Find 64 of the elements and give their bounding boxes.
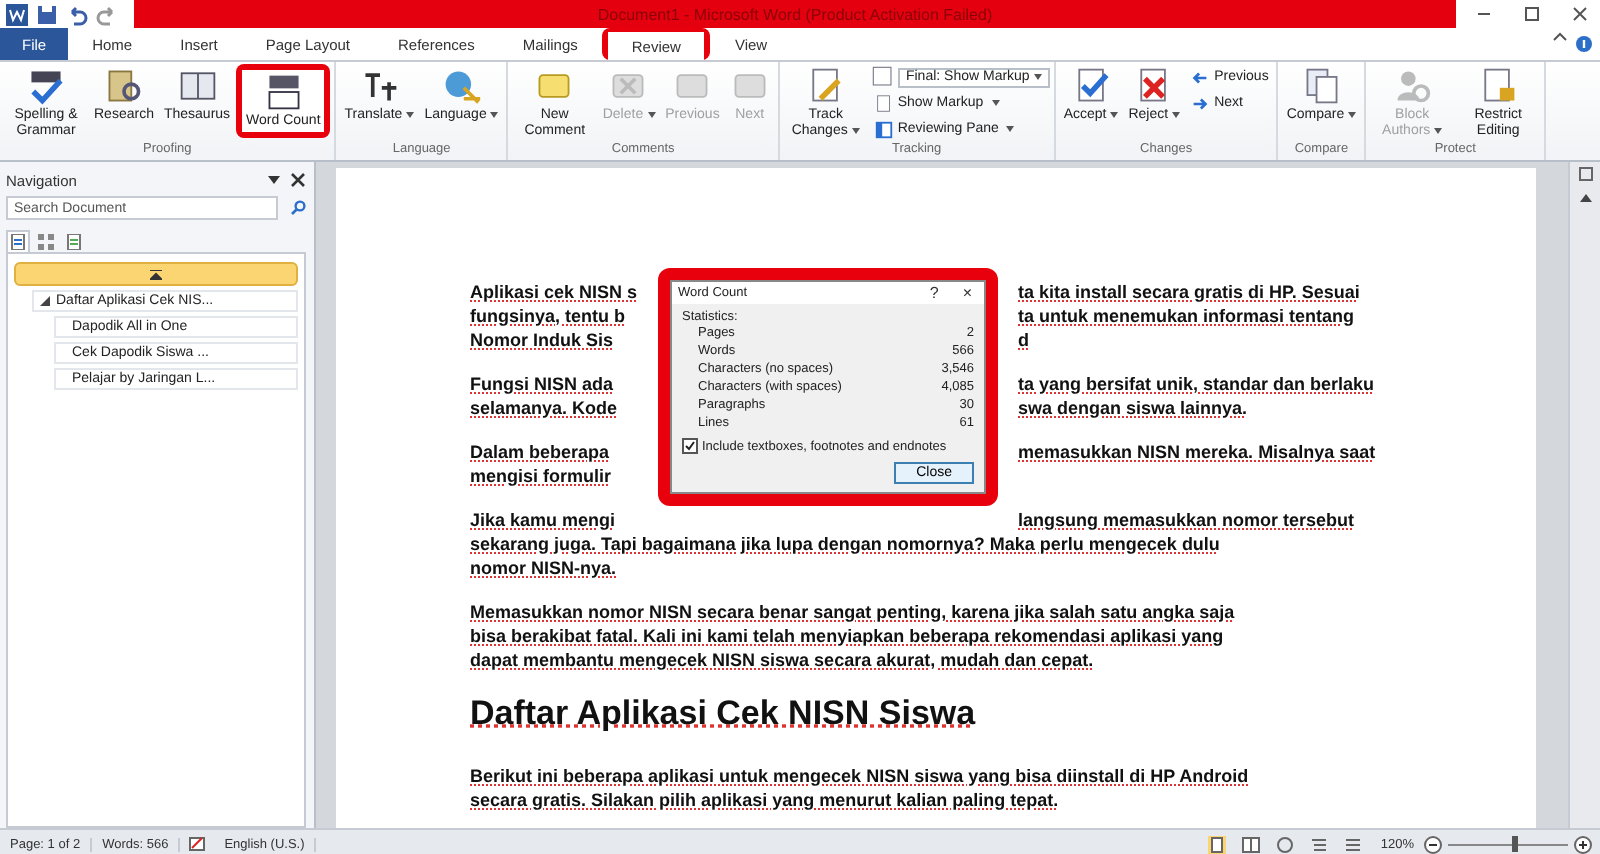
text-line: ta untuk menemukan informasi tentang [1018, 304, 1355, 328]
expanded-icon[interactable] [40, 296, 50, 306]
text-line: dapat membantu mengecek NISN siswa secara akurat, mudah dan cepat. [470, 648, 1094, 672]
text-line: nomor NISN-nya. [470, 556, 617, 580]
caret-icon[interactable] [266, 172, 282, 188]
view-tab[interactable] [62, 230, 86, 252]
arrow-icon [1190, 93, 1211, 113]
pane-icon [873, 119, 894, 139]
text-line: Berikut ini beberapa aplikasi untuk mengecek NISN siswa yang bisa diinstall di HP Android [470, 764, 1249, 788]
text-line: langsung memasukkan nomor tersebut [1018, 508, 1355, 532]
text-line: sekarang juga. Tapi bagaimana jika lupa dengan nomornya? Maka perlu mengecek dulu [470, 532, 1220, 556]
outline-icon[interactable] [1310, 835, 1329, 853]
page-lock-icon [1478, 66, 1519, 106]
slider-thumb[interactable] [1511, 835, 1517, 851]
collapse-icon [150, 269, 162, 279]
web-layout-icon[interactable] [1276, 835, 1295, 853]
view-tab[interactable] [6, 230, 30, 252]
save-icon[interactable] [36, 3, 58, 25]
help-icon[interactable] [1576, 36, 1592, 52]
text-line: Dalam beberapa [470, 440, 612, 464]
text-line: ta yang bersifat unik, standar dan berlaku [1018, 372, 1375, 396]
text-line: selamanya. Kode [470, 396, 620, 420]
help-button[interactable]: ? [917, 284, 951, 302]
undo-icon[interactable] [66, 3, 88, 25]
text-line: swa dengan siswa lainnya. [1018, 396, 1248, 420]
text-line: bisa berakibat fatal. Kali ini kami telah menyiapkan beberapa rekomendasi aplikasi yang [470, 624, 1224, 648]
text-line: Nomor Induk Sis [470, 328, 616, 352]
text-line: Fungsi NISN ada [470, 372, 616, 396]
thumbnails-icon [38, 234, 54, 250]
zoom-out-icon[interactable] [1424, 835, 1442, 853]
pages-icon [1301, 66, 1342, 106]
markup-icon [869, 64, 894, 90]
caret-icon[interactable] [1552, 28, 1568, 44]
people-icon [1392, 66, 1433, 106]
book-magnifier-icon [103, 66, 144, 106]
text-line: memasukkan NISN mereka. Misalnya saat [1018, 440, 1376, 464]
text-line: Aplikasi cek NISN s [470, 280, 640, 304]
proofing-icon[interactable] [188, 835, 207, 853]
close-icon[interactable] [290, 172, 306, 188]
scrollbar[interactable] [1568, 162, 1600, 828]
zoom-in-icon[interactable] [1574, 835, 1592, 853]
ruler-icon[interactable] [1577, 166, 1593, 182]
book-icon [177, 66, 217, 106]
window-title: Document1 - Microsoft Word (Product Activation Failed) [597, 5, 993, 23]
page-icon [873, 93, 894, 113]
arrow-icon [1190, 67, 1211, 87]
search-icon[interactable] [290, 200, 306, 216]
text-line: fungsinya, tentu b [470, 304, 627, 328]
close-button[interactable]: × [950, 284, 984, 302]
globe-icon [441, 66, 482, 106]
draft-icon[interactable] [1344, 835, 1363, 853]
up-arrow-icon[interactable] [1577, 190, 1593, 206]
text-line: Jika kamu mengi [470, 508, 618, 532]
text-line: mengisi formulir [470, 464, 612, 488]
redo-icon[interactable] [96, 3, 118, 25]
text-line: d [1018, 328, 1029, 352]
text-line: Memasukkan nomor NISN secara benar sangat penting, karena jika salah satu angka saja [470, 600, 1235, 624]
view-tab[interactable] [34, 230, 58, 252]
checkbox[interactable] [682, 438, 698, 454]
text-line: ta kita install secara gratis di HP. Sesuai [1018, 280, 1360, 304]
text-line: secara gratis. Silakan pilih aplikasi yang menurut kalian paling tepat. [470, 788, 1059, 812]
print-layout-icon[interactable] [1208, 835, 1227, 853]
reading-view-icon[interactable] [1242, 835, 1261, 853]
document-heading: Daftar Aplikasi Cek NISN Siswa [470, 692, 978, 736]
